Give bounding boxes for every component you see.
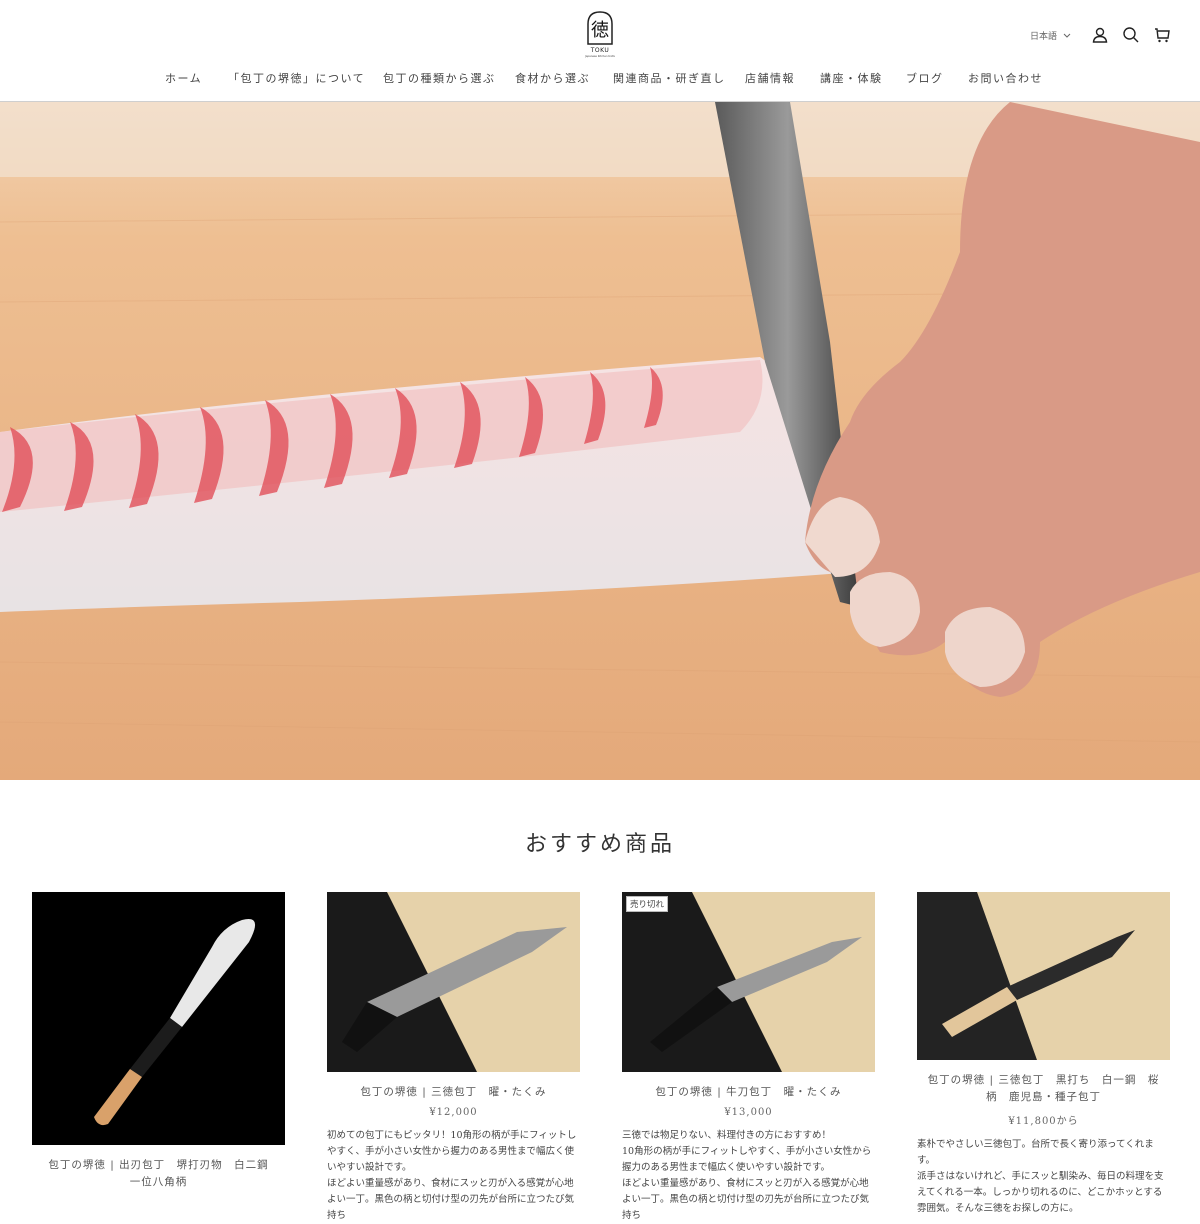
svg-text:徳: 徳	[591, 20, 609, 41]
nav-item-about[interactable]: 「包丁の堺徳」について	[228, 70, 365, 86]
svg-text:Japanese Kitchen Knife: Japanese Kitchen Knife	[584, 54, 615, 58]
hero-image	[0, 102, 1200, 780]
main-nav: ホーム 「包丁の堺徳」について 包丁の種類から選ぶ 食材から選ぶ 関連商品・研ぎ…	[0, 70, 1200, 88]
sold-out-badge: 売り切れ	[626, 896, 669, 912]
product-card[interactable]: 売り切れ 包丁の堺徳 | 牛刀包丁 曜・たくみ ¥13,000 三徳では物足りな…	[622, 892, 875, 1224]
nav-item-blog[interactable]: ブログ	[906, 70, 944, 86]
product-image[interactable]	[917, 892, 1170, 1060]
nav-item-related-products[interactable]: 関連商品・研ぎ直し	[613, 70, 726, 86]
nav-item-contact[interactable]: お問い合わせ	[968, 70, 1043, 86]
account-icon[interactable]	[1091, 26, 1109, 44]
kurouchi-santoku-image	[917, 892, 1170, 1060]
product-image[interactable]	[327, 892, 580, 1072]
product-image[interactable]: 売り切れ	[622, 892, 875, 1072]
nav-item-workshops[interactable]: 講座・体験	[820, 70, 883, 86]
product-image[interactable]	[32, 892, 285, 1145]
product-title[interactable]: 包丁の堺徳 | 牛刀包丁 曜・たくみ	[622, 1084, 875, 1101]
gyuto-knife-image	[622, 892, 875, 1072]
cart-icon[interactable]	[1153, 26, 1171, 44]
nav-item-store-info[interactable]: 店舗情報	[745, 70, 795, 86]
product-price: ¥11,800から	[1008, 1116, 1079, 1127]
toku-logo[interactable]: 徳 TOKU Japanese Kitchen Knife	[582, 10, 618, 58]
product-title[interactable]: 包丁の堺徳 | 三徳包丁 黒打ち 白一鋼 桜柄 鹿児島・種子包丁	[917, 1072, 1170, 1106]
nav-item-home[interactable]: ホーム	[165, 70, 202, 86]
deba-knife-image	[32, 892, 285, 1145]
santoku-knife-image	[327, 892, 580, 1072]
language-label: 日本語	[1030, 32, 1058, 42]
nav-item-by-ingredient[interactable]: 食材から選ぶ	[515, 70, 590, 86]
search-icon[interactable]	[1122, 26, 1140, 44]
chevron-down-icon	[1063, 33, 1071, 38]
product-title[interactable]: 包丁の堺徳 | 出刃包丁 堺打刃物 白二鋼 一位八角柄	[32, 1157, 285, 1191]
section-title-featured: おすすめ商品	[524, 832, 675, 857]
product-description: 素朴でやさしい三徳包丁。台所で長く寄り添ってくれます。 派手さはないけれど、手に…	[917, 1139, 1164, 1214]
product-price: ¥12,000	[429, 1107, 478, 1118]
product-description: 初めての包丁にもピッタリ！10角形の柄が手にフィットしやすく、手が小さい女性から…	[327, 1130, 577, 1221]
nav-item-knife-types[interactable]: 包丁の種類から選ぶ	[383, 70, 496, 86]
site-header: 徳 TOKU Japanese Kitchen Knife 日本語 ホーム 「包…	[0, 0, 1200, 102]
hero-fish-slicing-image	[0, 102, 1200, 780]
product-description: 三徳では物足りない、料理付きの方におすすめ！ 10角形の柄が手にフィットしやすく…	[622, 1130, 872, 1221]
svg-text:TOKU: TOKU	[590, 47, 610, 54]
product-card[interactable]: 包丁の堺徳 | 三徳包丁 黒打ち 白一鋼 桜柄 鹿児島・種子包丁 ¥11,800…	[917, 892, 1170, 1217]
language-selector[interactable]: 日本語	[1030, 29, 1071, 42]
product-card[interactable]: 包丁の堺徳 | 三徳包丁 曜・たくみ ¥12,000 初めての包丁にもピッタリ！…	[327, 892, 580, 1224]
product-price: ¥13,000	[724, 1107, 773, 1118]
product-card[interactable]: 包丁の堺徳 | 出刃包丁 堺打刃物 白二鋼 一位八角柄	[32, 892, 285, 1191]
product-title[interactable]: 包丁の堺徳 | 三徳包丁 曜・たくみ	[327, 1084, 580, 1101]
